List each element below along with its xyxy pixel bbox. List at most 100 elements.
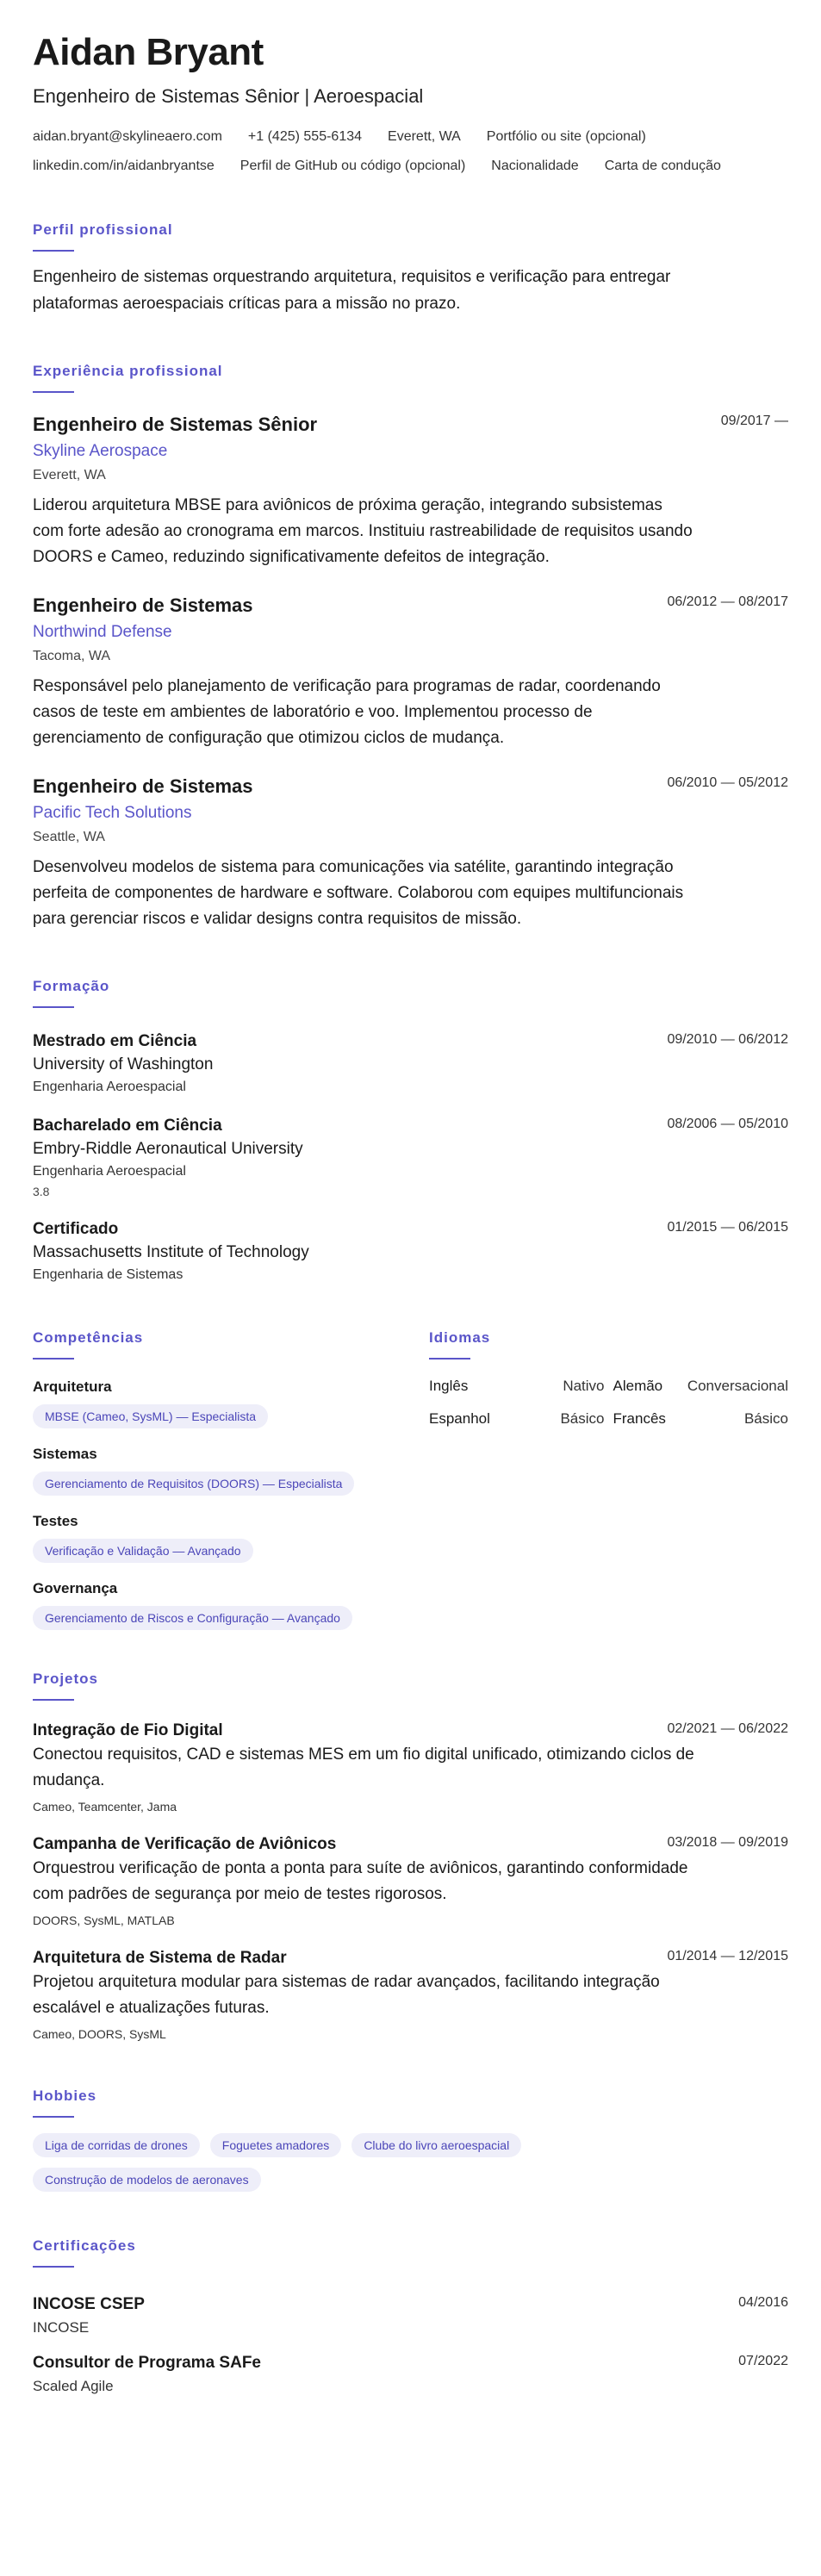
job-description: Responsável pelo planejamento de verific… [33, 677, 661, 747]
language-level: Básico [560, 1410, 605, 1427]
education-field: Engenharia de Sistemas [33, 1267, 183, 1282]
certifications-section: Certificações INCOSE CSEP 04/2016 INCOSE… [33, 2237, 788, 2397]
job-company: Northwind Defense [33, 623, 172, 641]
certification-entry: INCOSE CSEP 04/2016 INCOSE [33, 2293, 788, 2338]
project-dates: 03/2018 — 09/2019 [667, 1835, 788, 1850]
skill-chip: Gerenciamento de Requisitos (DOORS) — Es… [33, 1472, 355, 1496]
language-level: Nativo [563, 1378, 605, 1394]
skill-category: Testes [33, 1513, 78, 1529]
contact-phone[interactable]: +1 (425) 555-6134 [248, 122, 362, 152]
project-dates: 01/2014 — 12/2015 [667, 1949, 788, 1963]
contact-list: aidan.bryant@skylineaero.com +1 (425) 55… [33, 122, 788, 181]
skill-chip: Verificação e Validação — Avançado [33, 1539, 253, 1563]
certification-issuer: INCOSE [33, 2319, 90, 2336]
project-description: Orquestrou verificação de ponta a ponta … [33, 1859, 688, 1903]
hobbies-section: Hobbies Liga de corridas de drones Fogue… [33, 2087, 788, 2202]
language-item: Alemão Conversacional [613, 1377, 789, 1396]
section-title-languages: Idiomas [429, 1329, 491, 1346]
skill-group: Arquitetura MBSE (Cameo, SysML) — Especi… [33, 1377, 429, 1428]
summary-section: Perfil profissional Engenheiro de sistem… [33, 221, 788, 317]
contact-portfolio[interactable]: Portfólio ou site (opcional) [487, 122, 646, 152]
language-item: Inglês Nativo [429, 1377, 605, 1396]
language-item: Francês Básico [613, 1409, 789, 1428]
section-title-certifications: Certificações [33, 2237, 136, 2254]
section-title-projects: Projetos [33, 1671, 99, 1687]
contact-email[interactable]: aidan.bryant@skylineaero.com [33, 122, 222, 152]
job-dates: 06/2010 — 05/2012 [667, 775, 788, 790]
section-title-experience: Experiência profissional [33, 363, 223, 379]
section-title-skills: Competências [33, 1329, 144, 1346]
language-item: Espanhol Básico [429, 1409, 605, 1428]
education-field: Engenharia Aeroespacial [33, 1164, 186, 1179]
education-dates: 09/2010 — 06/2012 [667, 1032, 788, 1047]
contact-drivers-license: Carta de condução [604, 159, 721, 173]
project-dates: 02/2021 — 06/2022 [667, 1721, 788, 1736]
language-list: Inglês Nativo Alemão Conversacional Espa… [429, 1377, 788, 1428]
education-entry: Mestrado em Ciência 09/2010 — 06/2012 Un… [33, 1030, 788, 1098]
contact-linkedin[interactable]: linkedin.com/in/aidanbryantse [33, 152, 215, 181]
skill-category: Governança [33, 1580, 118, 1596]
section-title-summary: Perfil profissional [33, 221, 173, 238]
language-name: Inglês [429, 1378, 469, 1394]
contact-github[interactable]: Perfil de GitHub ou código (opcional) [240, 152, 465, 181]
education-gpa: 3.8 [33, 1185, 50, 1198]
project-tools: DOORS, SysML, MATLAB [33, 1913, 175, 1927]
hobby-chip: Construção de modelos de aeronaves [33, 2168, 261, 2192]
section-divider [33, 2266, 74, 2268]
experience-section: Experiência profissional Engenheiro de S… [33, 362, 788, 932]
contact-location: Everett, WA [388, 129, 461, 144]
skill-chip: MBSE (Cameo, SysML) — Especialista [33, 1404, 269, 1428]
job-company: Pacific Tech Solutions [33, 804, 192, 822]
project-tools: Cameo, DOORS, SysML [33, 2027, 166, 2041]
education-dates: 08/2006 — 05/2010 [667, 1117, 788, 1131]
certification-name: Consultor de Programa SAFe [33, 2354, 261, 2372]
certification-name: INCOSE CSEP [33, 2295, 145, 2313]
education-dates: 01/2015 — 06/2015 [667, 1220, 788, 1235]
education-school: University of Washington [33, 1055, 214, 1073]
skill-chip: Gerenciamento de Riscos e Configuração —… [33, 1606, 352, 1630]
project-entry: Campanha de Verificação de Aviônicos 03/… [33, 1833, 788, 1930]
education-school: Massachusetts Institute of Technology [33, 1243, 309, 1261]
resume-page: Aidan Bryant Engenheiro de Sistemas Sêni… [0, 0, 821, 2576]
education-entry: Certificado 01/2015 — 06/2015 Massachuse… [33, 1218, 788, 1285]
job-title: Engenheiro de Sistemas Sênior [33, 414, 318, 435]
project-description: Projetou arquitetura modular para sistem… [33, 1973, 660, 2017]
candidate-title: Engenheiro de Sistemas Sênior | Aeroespa… [33, 85, 424, 107]
summary-text: Engenheiro de sistemas orquestrando arqu… [33, 268, 671, 313]
section-divider [33, 1699, 74, 1701]
skill-category: Arquitetura [33, 1378, 112, 1395]
education-section: Formação Mestrado em Ciência 09/2010 — 0… [33, 977, 788, 1285]
language-name: Francês [613, 1410, 666, 1427]
section-divider [429, 1358, 470, 1360]
certification-date: 07/2022 [738, 2354, 788, 2368]
job-location: Seattle, WA [33, 830, 105, 844]
hobby-chip: Foguetes amadores [209, 2133, 342, 2157]
job-entry: Engenheiro de Sistemas 06/2012 — 08/2017… [33, 593, 788, 751]
certification-date: 04/2016 [738, 2295, 788, 2310]
section-divider [33, 250, 74, 252]
language-name: Alemão [613, 1378, 663, 1394]
project-description: Conectou requisitos, CAD e sistemas MES … [33, 1745, 694, 1789]
language-name: Espanhol [429, 1410, 490, 1427]
project-entry: Integração de Fio Digital 02/2021 — 06/2… [33, 1720, 788, 1816]
hobby-chip: Liga de corridas de drones [33, 2133, 200, 2157]
skill-group: Sistemas Gerenciamento de Requisitos (DO… [33, 1444, 429, 1496]
skills-languages-row: Competências Arquitetura MBSE (Cameo, Sy… [33, 1328, 788, 1630]
skill-category: Sistemas [33, 1446, 97, 1462]
job-entry: Engenheiro de Sistemas Sênior 09/2017 — … [33, 412, 788, 570]
education-school: Embry-Riddle Aeronautical University [33, 1140, 303, 1158]
certification-issuer: Scaled Agile [33, 2378, 114, 2394]
section-title-hobbies: Hobbies [33, 2088, 97, 2104]
hobby-chip: Clube do livro aeroespacial [351, 2133, 522, 2157]
section-divider [33, 1006, 74, 1008]
section-title-education: Formação [33, 978, 110, 994]
section-divider [33, 391, 74, 393]
skill-group: Governança Gerenciamento de Riscos e Con… [33, 1578, 429, 1630]
language-level: Básico [743, 1410, 788, 1427]
job-location: Tacoma, WA [33, 649, 111, 663]
contact-nationality: Nacionalidade [491, 159, 579, 173]
job-description: Liderou arquitetura MBSE para aviônicos … [33, 496, 693, 566]
language-level: Conversacional [687, 1378, 788, 1394]
job-location: Everett, WA [33, 468, 106, 482]
certification-entry: Consultor de Programa SAFe 07/2022 Scale… [33, 2352, 788, 2397]
